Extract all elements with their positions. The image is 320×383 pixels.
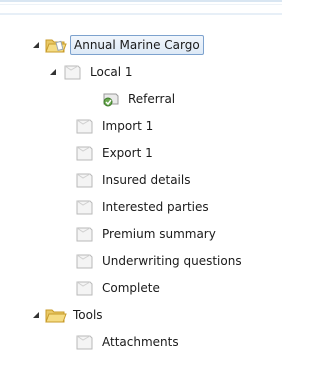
tree-item-complete[interactable]: Complete [74, 276, 163, 300]
tree-item-local-1[interactable]: Local 1 [48, 60, 136, 84]
tree-item-attachments[interactable]: Attachments [74, 330, 182, 354]
tree-item-referral[interactable]: Referral [100, 87, 178, 111]
tree-item-label: Import 1 [102, 119, 154, 133]
tree-item-label: Attachments [102, 335, 179, 349]
page-icon [74, 144, 96, 162]
tree-item-premium-summary[interactable]: Premium summary [74, 222, 219, 246]
top-border [0, 0, 282, 2]
page-icon [74, 333, 96, 351]
page-icon [74, 117, 96, 135]
tree-item-label: Referral [128, 92, 176, 106]
expand-arrow-icon[interactable] [48, 60, 58, 84]
tree-item-import-1[interactable]: Import 1 [74, 114, 156, 138]
tree-item-export-1[interactable]: Export 1 [74, 141, 156, 165]
referral-icon [100, 90, 122, 108]
top-border-light [0, 4, 282, 5]
tree-item-label: Interested parties [102, 200, 209, 214]
folder-open-icon [45, 306, 67, 324]
tree-item-interested-parties[interactable]: Interested parties [74, 195, 212, 219]
tree-item-annual-marine-cargo[interactable]: Annual Marine Cargo [31, 33, 204, 57]
tree-item-label: Annual Marine Cargo [70, 35, 204, 55]
tree-item-tools[interactable]: Tools [31, 303, 106, 327]
expand-arrow-icon[interactable] [31, 33, 41, 57]
tree-item-label: Underwriting questions [102, 254, 242, 268]
tree-item-label: Insured details [102, 173, 191, 187]
page-icon [74, 198, 96, 216]
page-icon [74, 171, 96, 189]
expand-arrow-icon[interactable] [31, 303, 41, 327]
tree-item-label: Export 1 [102, 146, 153, 160]
tree-item-label: Complete [102, 281, 160, 295]
page-icon [74, 279, 96, 297]
tree-item-underwriting-questions[interactable]: Underwriting questions [74, 249, 245, 273]
tree-item-label: Local 1 [90, 65, 133, 79]
page-icon [74, 225, 96, 243]
top-border-lower [0, 13, 282, 15]
folder-open-icon [45, 36, 67, 54]
tree-item-insured-details[interactable]: Insured details [74, 168, 193, 192]
tree-item-label: Premium summary [102, 227, 216, 241]
tree-item-label: Tools [73, 308, 103, 322]
page-icon [62, 63, 84, 81]
page-icon [74, 252, 96, 270]
